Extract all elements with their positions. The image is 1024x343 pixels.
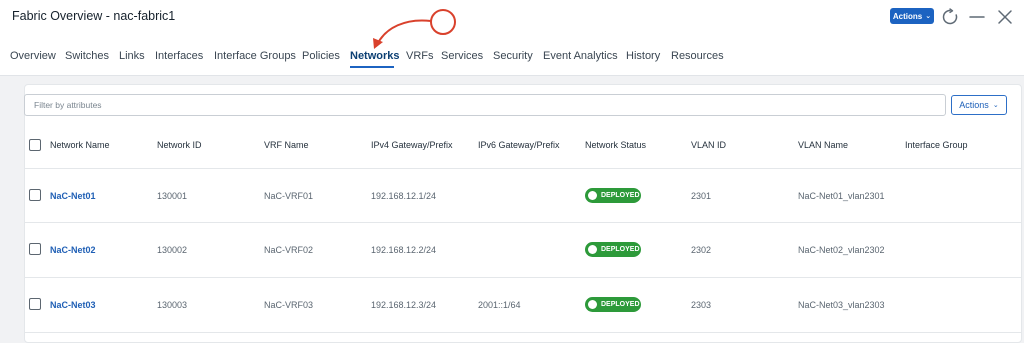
tab-interface-groups[interactable]: Interface Groups <box>214 50 296 62</box>
tab-overview[interactable]: Overview <box>10 50 56 62</box>
column-header-ipv6-gateway[interactable]: IPv6 Gateway/Prefix <box>478 140 560 150</box>
status-badge: DEPLOYED <box>585 297 641 312</box>
column-header-vrf-name[interactable]: VRF Name <box>264 140 309 150</box>
status-badge: DEPLOYED <box>585 242 641 257</box>
close-icon-graphic <box>998 10 1012 24</box>
network-name-link[interactable]: NaC-Net01 <box>50 191 96 201</box>
status-badge: DEPLOYED <box>585 188 641 203</box>
table-actions-label: Actions <box>959 100 989 110</box>
vlan-id: 2302 <box>691 245 712 255</box>
column-header-network-name[interactable]: Network Name <box>50 140 110 150</box>
column-header-ipv4-gateway[interactable]: IPv4 Gateway/Prefix <box>371 140 453 150</box>
status-text: DEPLOYED <box>601 246 640 253</box>
vrf-name: NaC-VRF02 <box>264 245 314 255</box>
status-dot-icon <box>588 245 597 254</box>
column-header-network-status[interactable]: Network Status <box>585 140 646 150</box>
refresh-icon-graphic <box>942 8 958 25</box>
vrf-name: NaC-VRF01 <box>264 191 314 201</box>
column-header-vlan-name[interactable]: VLAN Name <box>798 140 848 150</box>
chevron-down-icon: ⌄ <box>925 13 932 20</box>
row-checkbox[interactable] <box>29 298 41 310</box>
network-name-link[interactable]: NaC-Net03 <box>50 300 96 310</box>
tab-switches[interactable]: Switches <box>65 50 109 62</box>
tab-security[interactable]: Security <box>493 50 533 62</box>
ipv4-gateway: 192.168.12.3/24 <box>371 300 437 310</box>
column-header-network-id[interactable]: Network ID <box>157 140 202 150</box>
network-name-link[interactable]: NaC-Net02 <box>50 245 96 255</box>
network-id: 130001 <box>157 191 188 201</box>
refresh-icon[interactable] <box>940 7 960 27</box>
close-icon[interactable] <box>995 7 1015 27</box>
header-divider <box>24 168 1022 169</box>
vlan-name: NaC-Net01_vlan2301 <box>798 191 885 201</box>
row-checkbox[interactable] <box>29 189 41 201</box>
minimize-icon-graphic <box>969 16 985 18</box>
tab-vrfs[interactable]: VRFs <box>406 50 434 62</box>
filter-input[interactable] <box>24 94 946 116</box>
vlan-name: NaC-Net02_vlan2302 <box>798 245 885 255</box>
row-checkbox[interactable] <box>29 243 41 255</box>
tab-resources[interactable]: Resources <box>671 50 724 62</box>
column-header-interface-group[interactable]: Interface Group <box>905 140 968 150</box>
tab-services[interactable]: Services <box>441 50 483 62</box>
row-divider <box>24 277 1022 278</box>
window-title: Fabric Overview - nac-fabric1 <box>12 9 176 23</box>
status-text: DEPLOYED <box>601 192 640 199</box>
vlan-name: NaC-Net03_vlan2303 <box>798 300 885 310</box>
header-actions-label: Actions <box>892 11 923 21</box>
tab-event-analytics[interactable]: Event Analytics <box>543 50 618 62</box>
ipv6-gateway: 2001::1/64 <box>478 300 521 310</box>
tab-policies[interactable]: Policies <box>302 50 340 62</box>
tab-history[interactable]: History <box>626 50 660 62</box>
column-header-vlan-id[interactable]: VLAN ID <box>691 140 726 150</box>
network-id: 130003 <box>157 300 188 310</box>
vrf-name: NaC-VRF03 <box>264 300 314 310</box>
select-all-checkbox[interactable] <box>29 139 41 151</box>
title-bar: Fabric Overview - nac-fabric1 Actions ⌄ <box>0 0 1024 34</box>
ipv4-gateway: 192.168.12.1/24 <box>371 191 437 201</box>
network-id: 130002 <box>157 245 188 255</box>
chevron-down-icon: ⌄ <box>992 102 999 109</box>
tab-bar: Overview Switches Links Interfaces Inter… <box>0 34 1024 76</box>
status-dot-icon <box>588 300 597 309</box>
header-actions-button[interactable]: Actions ⌄ <box>890 8 934 24</box>
tab-networks[interactable]: Networks <box>350 50 400 62</box>
status-dot-icon <box>588 191 597 200</box>
ipv4-gateway: 192.168.12.2/24 <box>371 245 437 255</box>
row-divider <box>24 332 1022 333</box>
minimize-icon[interactable] <box>967 7 987 27</box>
tab-interfaces[interactable]: Interfaces <box>155 50 203 62</box>
table-actions-button[interactable]: Actions ⌄ <box>951 95 1007 115</box>
tab-links[interactable]: Links <box>119 50 145 62</box>
status-text: DEPLOYED <box>601 301 640 308</box>
vlan-id: 2301 <box>691 191 712 201</box>
vlan-id: 2303 <box>691 300 712 310</box>
active-tab-indicator <box>350 66 394 68</box>
row-divider <box>24 222 1022 223</box>
